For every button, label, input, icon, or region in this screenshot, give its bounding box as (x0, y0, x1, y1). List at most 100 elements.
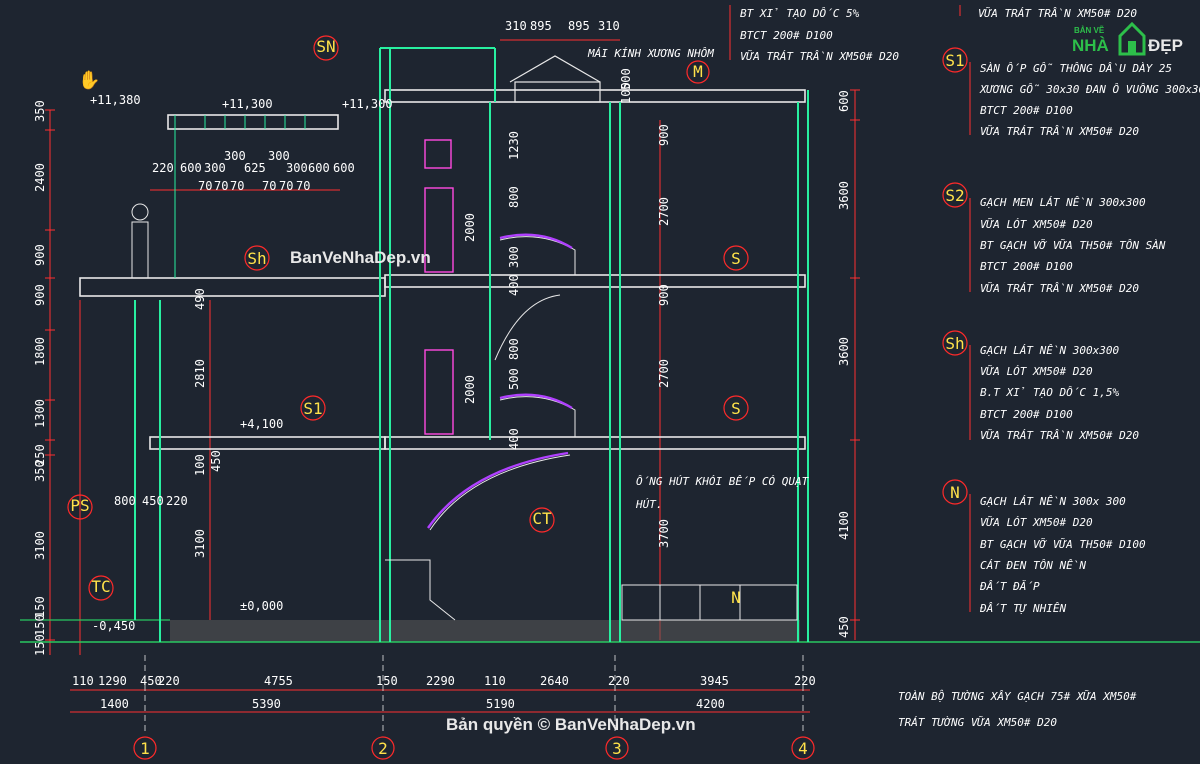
stair-dim: 1230 (507, 131, 521, 160)
roof-dim-2: 70 (279, 179, 293, 193)
grid-axis-label: 2 (378, 739, 388, 758)
legend-line: CÁT ĐEN TÔN NỀN (980, 559, 1086, 572)
stair-dim: 400 (507, 274, 521, 296)
right-dim: 3600 (837, 337, 851, 366)
watermark-center: BanVeNhaDep.vn (290, 248, 431, 267)
door-dims: 2000 2000 (463, 213, 477, 404)
legend-line: ĐẤT TỰ NHIÊN (979, 602, 1066, 615)
roof-dims: 220 600 300 300 625 300 300 600 600 (152, 149, 355, 175)
roof-dim-2: 70 (198, 179, 212, 193)
mid-dim: 2700 (657, 197, 671, 226)
legend-line: VỮA LÓT XM50# D20 (980, 218, 1093, 231)
pergola (174, 115, 306, 278)
inner-dim: 100 (193, 454, 207, 476)
stair-dim: 800 (507, 338, 521, 360)
roof-dim: 300 (204, 161, 226, 175)
legend-line: B.T XỈ TẠO DỐC 1,5% (980, 386, 1119, 399)
roof-dim: 600 (180, 161, 202, 175)
grid-axis-label: 3 (612, 739, 622, 758)
bottom-dim: 220 (794, 674, 816, 688)
tag-sh: Sh (247, 249, 266, 268)
grid-axis-label: 4 (798, 739, 808, 758)
top-dim: 310 (598, 19, 620, 33)
roof-dim: 625 (244, 161, 266, 175)
structure-outline (79, 89, 806, 450)
callout-sn: SN (316, 37, 335, 56)
roof-vert-dim: 100 (619, 82, 633, 104)
legend-tag-s1: S1 (945, 51, 964, 70)
legend-line: VỮA LÓT XM50# D20 (980, 365, 1093, 378)
level: +11,300 (222, 97, 273, 111)
legend-line: VỮA TRÁT TRẦN XM50# D20 (980, 282, 1139, 295)
legend-line: BTCT 200# D100 (980, 260, 1073, 273)
bottom-dim: 4755 (264, 674, 293, 688)
callout-ps: PS (70, 496, 89, 515)
right-dim: 600 (837, 90, 851, 112)
top-dim: 895 (530, 19, 552, 33)
stair-dim: 400 (507, 428, 521, 450)
door-dim: 2000 (463, 375, 477, 404)
roof-vert-dims: 500 100 (619, 68, 633, 104)
left-dims: 350 2400 900 900 1800 1300 250 350 3100 … (33, 100, 47, 656)
tag-s1: S1 (303, 399, 322, 418)
lamp-post (131, 203, 149, 221)
right-dim: 450 (837, 616, 851, 638)
left-dim: 150 (33, 634, 47, 656)
bottom-dims-row2: 1400 5390 5190 4200 (100, 697, 725, 711)
bottom-dim: 110 (484, 674, 506, 688)
bottom-note: TOÀN BỘ TƯỜNG XÂY GẠCH 75# XỮA XM50# (898, 690, 1137, 703)
left-dim: 350 (33, 460, 47, 482)
left-dim: 150 (33, 614, 47, 636)
roof-label: MÁI KÍNH XƯƠNG NHÔM (587, 47, 714, 60)
logo-line3: ĐẸP (1148, 36, 1183, 55)
level: +11,300 (342, 97, 393, 111)
legend-line: BTCT 200# D100 (980, 104, 1073, 117)
bottom-dim: 220 (608, 674, 630, 688)
bottom-dim: 2640 (540, 674, 569, 688)
grid-axis-label: 1 (140, 739, 150, 758)
inner-dim: 2810 (193, 359, 207, 388)
legend-line: XƯƠNG GỖ 30x30 ĐAN Ô VUÔNG 300x300 (979, 83, 1200, 96)
mid-dim: 2700 (657, 359, 671, 388)
legend-line: VỮA TRÁT TRẦN XM50# D20 (980, 125, 1139, 138)
watermark-bottom: Bản quyền © BanVeNhaDep.vn (446, 715, 696, 734)
roof-dim: 300 (286, 161, 308, 175)
roof-dim: 220 (152, 161, 174, 175)
mid-dim: 900 (657, 124, 671, 146)
bottom-dim: 220 (158, 674, 180, 688)
level: ±0,000 (240, 599, 283, 613)
bottom-dim: 4200 (696, 697, 725, 711)
logo-line2: NHÀ (1072, 36, 1109, 55)
right-dim: 4100 (837, 511, 851, 540)
left-dim: 1300 (33, 399, 47, 428)
legend-sh-lines: GẠCH LÁT NỀN 300x300 VỮA LÓT XM50# D20 B… (980, 344, 1139, 442)
small-dims: 800 450 220 (114, 494, 188, 508)
bottom-dim: 150 (376, 674, 398, 688)
walls (134, 47, 809, 642)
inner-dim: 490 (193, 288, 207, 310)
level: +11,380 (90, 93, 141, 107)
left-dim: 3100 (33, 531, 47, 560)
left-dim: 2400 (33, 163, 47, 192)
top-dim: 895 (568, 19, 590, 33)
bottom-dim: 5190 (486, 697, 515, 711)
stairs (385, 236, 576, 621)
tag-m: M (693, 62, 703, 81)
stair-dim: 800 (507, 186, 521, 208)
roof-dim-2: 70 (296, 179, 310, 193)
right-dim: 3600 (837, 181, 851, 210)
legend-n-lines: GẠCH LÁT NỀN 300x 300 VỮA LÓT XM50# D20 … (979, 495, 1146, 615)
bottom-dims-row1: 110 1290 450 220 4755 150 2290 110 2640 … (72, 674, 816, 688)
legend-line: BTCT 200# D100 (980, 408, 1073, 421)
left-dim: 350 (33, 100, 47, 122)
roof-dim: 300 (224, 149, 246, 163)
stair-dim: 500 (507, 368, 521, 390)
grid-axis-labels: 1 2 3 4 (140, 739, 808, 758)
ground-fill (170, 620, 800, 642)
left-dim: 1800 (33, 337, 47, 366)
right-dims: 600 3600 3600 4100 450 (837, 90, 851, 638)
small-dim: 800 (114, 494, 136, 508)
level: -0,450 (92, 619, 135, 633)
mid-dim: 3700 (657, 519, 671, 548)
legend-line: BT GẠCH VỠ VỮA TH50# TÔN SÀN (980, 239, 1166, 252)
